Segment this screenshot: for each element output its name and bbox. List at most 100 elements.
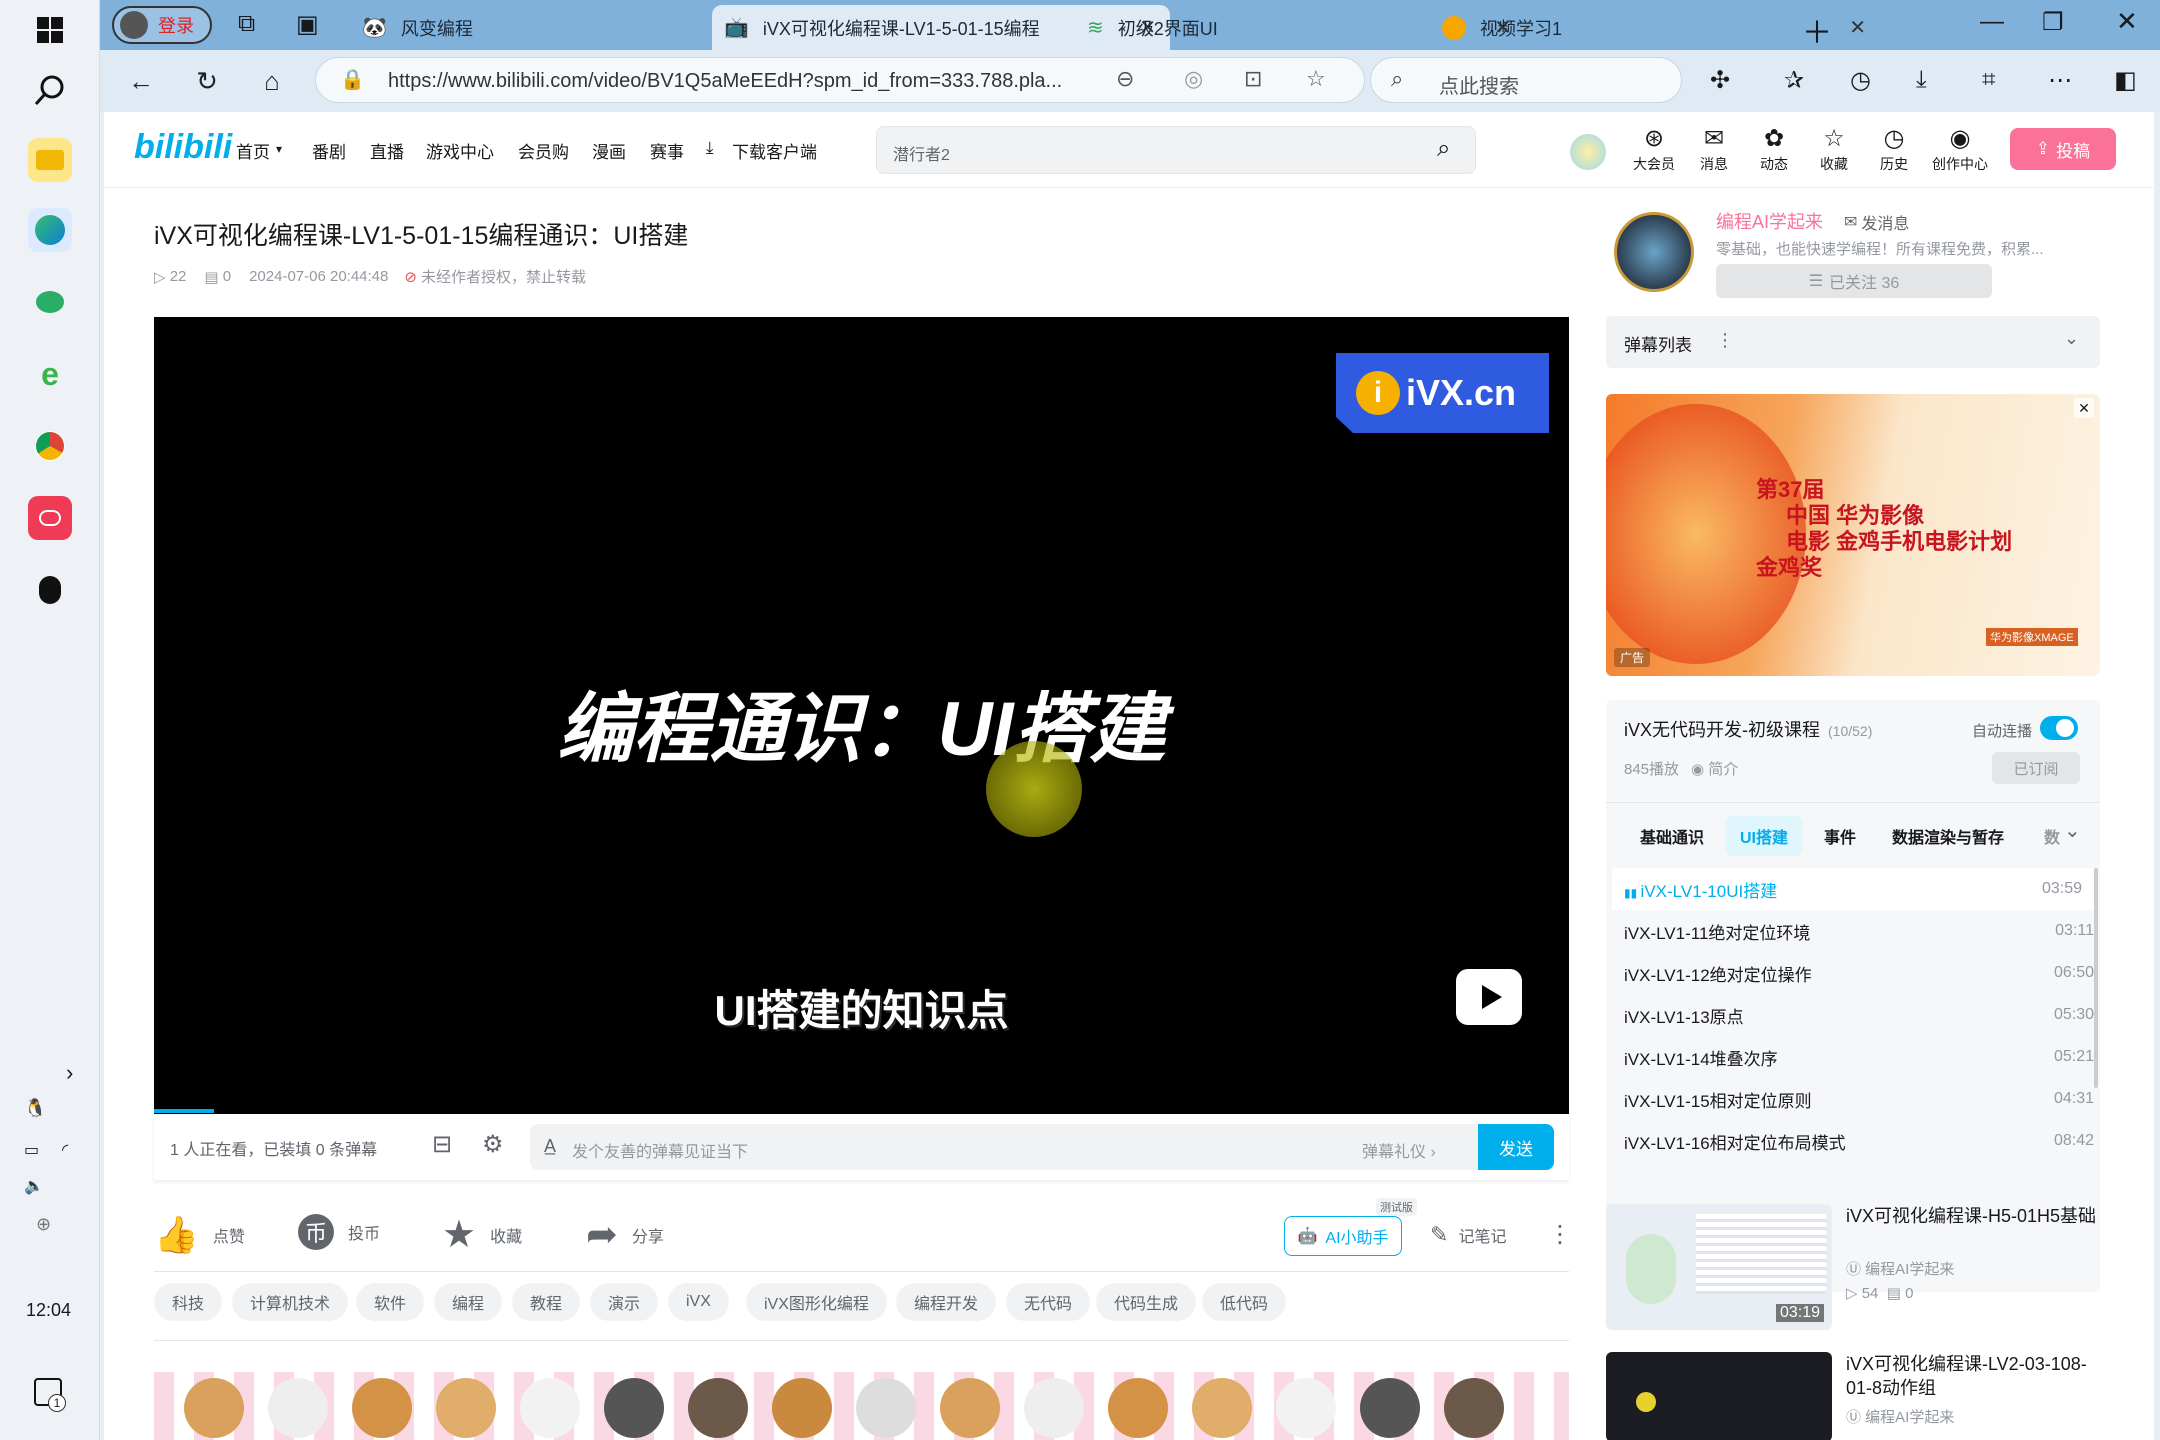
episode-item[interactable]: iVX-LV1-14堆叠次序 05:21 <box>1624 1036 2094 1078</box>
collection-tab-active[interactable]: UI搭建 <box>1726 816 1803 856</box>
tag-pill[interactable]: 低代码 <box>1202 1283 1287 1321</box>
send-message-link[interactable]: ✉ 发消息 <box>1844 210 1909 234</box>
battery-icon[interactable]: ▭ <box>24 1140 39 1160</box>
follow-button[interactable]: ☰ 已关注 36 <box>1716 264 1992 298</box>
tag-pill[interactable]: 软件 <box>356 1283 425 1321</box>
video-player[interactable]: i iVX.cn 编程通识：UI搭建 UI搭建的知识点 <box>154 317 1569 1114</box>
nav-manga[interactable]: 漫画 <box>592 138 626 163</box>
tag-pill[interactable]: iVX <box>668 1283 729 1321</box>
download-icon[interactable]: ⤓ <box>1916 66 1927 94</box>
episode-item[interactable]: iVX-LV1-16相对定位布局模式 08:42 <box>1624 1120 2094 1162</box>
collection-tab[interactable]: 数 <box>2044 824 2060 848</box>
qq-icon[interactable] <box>28 568 72 612</box>
avatar[interactable] <box>1570 134 1606 170</box>
wifi-icon[interactable]: ◜ <box>62 1140 68 1160</box>
app-red-icon[interactable] <box>28 496 72 540</box>
bilibili-logo[interactable]: bilibili <box>134 128 232 167</box>
nav-live[interactable]: 直播 <box>370 138 404 163</box>
episode-item[interactable]: iVX-LV1-13原点 05:30 <box>1624 994 2094 1036</box>
close-icon[interactable]: ✕ <box>2074 398 2094 418</box>
tag-pill[interactable]: 代码生成 <box>1096 1283 1197 1321</box>
favorite-button[interactable]: ★ 收藏 <box>442 1212 522 1257</box>
danmaku-etiquette-link[interactable]: 弹幕礼仪 › <box>1362 1138 1436 1162</box>
favorite-star-icon[interactable]: ☆ <box>1306 66 1326 92</box>
collection-tab[interactable]: 事件 <box>1824 824 1856 848</box>
app-install-icon[interactable]: ⊡ <box>1244 66 1262 92</box>
ie-browser-icon[interactable]: e <box>28 352 72 396</box>
home-icon[interactable]: ⌂ <box>253 62 291 100</box>
dynamics-button[interactable]: ✿ 动态 <box>1746 124 1802 174</box>
autoplay-toggle[interactable] <box>2040 716 2078 740</box>
more-vertical-icon[interactable]: ⋮ <box>1548 1220 1572 1249</box>
recommend-author[interactable]: 编程AI学起来 <box>1865 1409 1954 1426</box>
search-icon[interactable]: ⌕ <box>1437 135 1450 163</box>
tag-pill[interactable]: 教程 <box>512 1283 581 1321</box>
chrome-icon[interactable] <box>28 424 72 468</box>
episode-item[interactable]: iVX-LV1-12绝对定位操作 06:50 <box>1624 952 2094 994</box>
nav-mall[interactable]: 会员购 <box>518 138 569 163</box>
wechat-icon[interactable] <box>28 280 72 324</box>
extensions-icon[interactable]: ✣ <box>1710 66 1730 95</box>
edge-browser-icon[interactable] <box>28 208 72 252</box>
upload-button[interactable]: ⇪ 投稿 <box>2010 128 2116 170</box>
profile-login-button[interactable]: 登录 <box>112 6 212 44</box>
collection-tab[interactable]: 数据渲染与暂存 <box>1892 824 2004 848</box>
volume-icon[interactable]: 🔈 <box>24 1176 44 1196</box>
danmaku-input[interactable]: A̲ 发个友善的弹幕见证当下 弹幕礼仪 › 发送 <box>530 1124 1554 1170</box>
close-icon[interactable]: ✕ <box>1849 15 1866 40</box>
uploader-name[interactable]: 编程AI学起来 <box>1716 208 1823 234</box>
windows-start-icon[interactable] <box>28 8 72 52</box>
tag-pill[interactable]: 科技 <box>154 1283 223 1321</box>
clock[interactable]: 12:04 <box>26 1300 71 1321</box>
favorites-button[interactable]: ☆ 收藏 <box>1806 124 1862 174</box>
nav-anime[interactable]: 番剧 <box>312 138 346 163</box>
tag-pill[interactable]: 编程开发 <box>896 1283 997 1321</box>
address-bar[interactable]: 🔒 https://www.bilibili.com/video/BV1Q5aM… <box>315 57 1365 103</box>
more-vertical-icon[interactable]: ⋮ <box>1716 330 1734 351</box>
episode-item[interactable]: iVX-LV1-11绝对定位环境 03:11 <box>1624 910 2094 952</box>
tag-pill[interactable]: 计算机技术 <box>232 1283 349 1321</box>
bilibili-tv-icon[interactable] <box>1456 969 1522 1025</box>
history-icon[interactable]: ◷ <box>1850 66 1871 95</box>
screenshot-icon[interactable]: ⌗ <box>1982 66 1996 94</box>
favorites-icon[interactable]: ✰ <box>1784 66 1804 95</box>
window-close-icon[interactable]: ✕ <box>2116 6 2138 37</box>
edge-feature-icon[interactable]: ◎ <box>1184 66 1203 92</box>
font-style-icon[interactable]: A̲ <box>544 1136 556 1157</box>
language-icon[interactable]: ⊕ <box>36 1214 51 1235</box>
tag-pill[interactable]: 演示 <box>590 1283 659 1321</box>
collection-title-row[interactable]: iVX无代码开发-初级课程 (10/52) <box>1624 716 1872 742</box>
episode-scrollbar[interactable] <box>2094 868 2098 1088</box>
nav-download-client[interactable]: 下载客户端 <box>732 138 817 163</box>
file-explorer-icon[interactable] <box>28 138 72 182</box>
creator-center-button[interactable]: ◉ 创作中心 <box>1930 124 1990 174</box>
vip-button[interactable]: ⊛ 大会员 <box>1626 124 1682 174</box>
coin-button[interactable]: 币投币 <box>298 1214 380 1250</box>
tab-actions-icon[interactable]: ▣ <box>296 10 319 39</box>
ad-banner[interactable]: 第37届 中国 华为影像 电影 金鸡手机电影计划 金鸡奖 华为影像XMAGE 广… <box>1606 394 2100 676</box>
recommend-card[interactable]: 03:19 iVX可视化编程课-H5-01H5基础 Ⓤ 编程AI学起来 ▷ 54… <box>1606 1204 2100 1332</box>
ai-assistant-button[interactable]: 🤖 AI小助手 <box>1284 1216 1402 1256</box>
restore-icon[interactable]: ❐ <box>2042 8 2064 37</box>
refresh-icon[interactable]: ↻ <box>188 62 226 100</box>
search-icon[interactable] <box>28 68 72 112</box>
take-notes-button[interactable]: ✎ 记笔记 <box>1430 1222 1506 1248</box>
workspaces-icon[interactable]: ⧉ <box>238 10 255 38</box>
url-text[interactable]: https://www.bilibili.com/video/BV1Q5aMeE… <box>388 70 1062 93</box>
qq-tray-icon[interactable]: 🐧 <box>24 1098 46 1119</box>
tag-pill[interactable]: 编程 <box>434 1283 503 1321</box>
uploader-avatar[interactable] <box>1614 212 1694 292</box>
messages-button[interactable]: ✉ 消息 <box>1686 124 1742 174</box>
tag-pill[interactable]: 无代码 <box>1006 1283 1091 1321</box>
danmaku-toggle-icon[interactable]: ⊟ <box>432 1130 452 1159</box>
browser-search-box[interactable]: ⌕ 点此搜索 <box>1370 57 1682 103</box>
nav-esports[interactable]: 赛事 <box>650 138 684 163</box>
sidebar-toggle-icon[interactable]: ◧ <box>2114 66 2137 95</box>
like-button[interactable]: 👍 点赞 <box>154 1214 245 1256</box>
nav-game-center[interactable]: 游戏中心 <box>426 138 494 163</box>
minimize-icon[interactable]: — <box>1980 8 2004 36</box>
send-button[interactable]: 发送 <box>1478 1124 1554 1170</box>
site-search-input[interactable]: 潜行者2 ⌕ <box>876 126 1476 174</box>
intro-link[interactable]: ◉ 简介 <box>1691 758 1738 779</box>
back-icon[interactable]: ← <box>122 62 160 100</box>
